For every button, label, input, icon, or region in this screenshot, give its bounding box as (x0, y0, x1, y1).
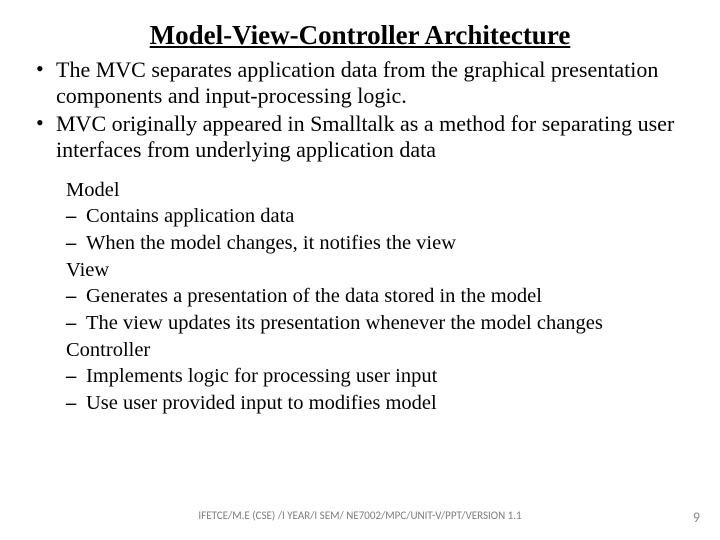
bullet-item: The MVC separates application data from … (34, 57, 692, 109)
list-item: Use user provided input to modifies mode… (66, 390, 692, 417)
sub-content: Model Contains application data When the… (28, 177, 692, 417)
section-label-view: View (66, 257, 692, 284)
footer-text: IFETCE/M.E (CSE) /I YEAR/I SEM/ NE7002/M… (0, 509, 720, 522)
main-bullets: The MVC separates application data from … (28, 57, 692, 163)
view-list: Generates a presentation of the data sto… (66, 283, 692, 336)
section-label-controller: Controller (66, 337, 692, 364)
list-item: Generates a presentation of the data sto… (66, 283, 692, 310)
controller-list: Implements logic for processing user inp… (66, 363, 692, 416)
slide-title: Model-View-Controller Architecture (28, 20, 692, 51)
list-item: When the model changes, it notifies the … (66, 230, 692, 257)
section-label-model: Model (66, 177, 692, 204)
list-item: Implements logic for processing user inp… (66, 363, 692, 390)
page-number: 9 (693, 509, 700, 526)
list-item: Contains application data (66, 203, 692, 230)
slide: Model-View-Controller Architecture The M… (0, 0, 720, 540)
model-list: Contains application data When the model… (66, 203, 692, 256)
list-item: The view updates its presentation whenev… (66, 310, 692, 337)
bullet-item: MVC originally appeared in Smalltalk as … (34, 111, 692, 163)
